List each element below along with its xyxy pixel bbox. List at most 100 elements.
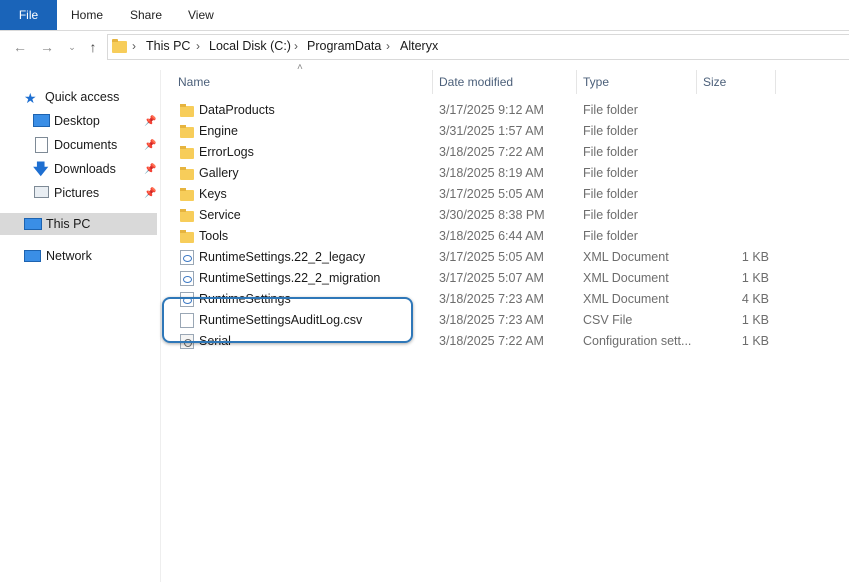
column-header-type[interactable]: Type: [583, 74, 609, 90]
breadcrumb-separator-icon: ›: [196, 39, 200, 53]
pin-icon: 📌: [144, 140, 156, 151]
file-name: RuntimeSettings.22_2_legacy: [199, 250, 365, 265]
file-type: File folder: [583, 187, 638, 202]
folder-icon: [180, 190, 194, 201]
table-row[interactable]: Tools 3/18/2025 6:44 AM File folder: [172, 226, 782, 247]
ribbon: File Home Share View: [0, 0, 849, 31]
breadcrumb-this-pc[interactable]: This PC: [146, 39, 190, 53]
folder-icon: [180, 211, 194, 222]
column-divider[interactable]: [696, 70, 697, 94]
file-date-modified: 3/18/2025 7:23 AM: [439, 313, 544, 328]
file-type: XML Document: [583, 292, 669, 307]
file-date-modified: 3/18/2025 6:44 AM: [439, 229, 544, 244]
file-type: Configuration sett...: [583, 334, 691, 349]
breadcrumb-separator-icon: ›: [386, 39, 390, 53]
tab-home[interactable]: Home: [71, 0, 103, 30]
breadcrumb-alteryx[interactable]: Alteryx: [400, 39, 438, 53]
table-row[interactable]: RuntimeSettings.22_2_migration 3/17/2025…: [172, 268, 782, 289]
file-name: Gallery: [199, 166, 239, 181]
column-header-name[interactable]: Name: [178, 74, 210, 90]
file-date-modified: 3/17/2025 9:12 AM: [439, 103, 544, 118]
folder-icon: [180, 106, 194, 117]
file-name: Service: [199, 208, 241, 223]
pin-icon: 📌: [144, 188, 156, 199]
xml-file-icon: [180, 250, 194, 265]
up-arrow-icon[interactable]: ↑: [84, 37, 102, 57]
file-type: File folder: [583, 145, 638, 160]
back-arrow-icon[interactable]: ←: [11, 37, 29, 57]
column-divider[interactable]: [432, 70, 433, 94]
folder-icon: [180, 148, 194, 159]
computer-icon: [24, 218, 42, 230]
column-divider[interactable]: [576, 70, 577, 94]
file-date-modified: 3/31/2025 1:57 AM: [439, 124, 544, 139]
folder-icon: [180, 127, 194, 138]
star-icon: ★: [24, 90, 37, 107]
tab-share[interactable]: Share: [130, 0, 162, 30]
file-size: 1 KB: [717, 334, 769, 349]
file-date-modified: 3/17/2025 5:05 AM: [439, 250, 544, 265]
table-row[interactable]: RuntimeSettings.22_2_legacy 3/17/2025 5:…: [172, 247, 782, 268]
forward-arrow-icon[interactable]: →: [38, 37, 56, 57]
nav-item-documents[interactable]: Documents: [54, 134, 117, 156]
desktop-icon: [33, 114, 50, 127]
documents-icon: [35, 137, 48, 153]
pin-icon: 📌: [144, 116, 156, 127]
nav-item-desktop[interactable]: Desktop: [54, 110, 100, 132]
file-type: XML Document: [583, 271, 669, 286]
file-type: File folder: [583, 124, 638, 139]
breadcrumb-programdata[interactable]: ProgramData: [307, 39, 381, 53]
nav-item-downloads[interactable]: Downloads: [54, 158, 116, 180]
column-header-date-modified[interactable]: Date modified: [439, 74, 513, 90]
pin-icon: 📌: [144, 164, 156, 175]
file-type: File folder: [583, 166, 638, 181]
file-date-modified: 3/18/2025 7:22 AM: [439, 145, 544, 160]
file-type: File folder: [583, 208, 638, 223]
file-size: 1 KB: [717, 250, 769, 265]
highlight-callout: [162, 297, 413, 343]
nav-network[interactable]: Network: [46, 245, 92, 267]
file-type: XML Document: [583, 250, 669, 265]
file-name: Tools: [199, 229, 228, 244]
pictures-icon: [34, 186, 49, 198]
file-type: File folder: [583, 103, 638, 118]
table-row[interactable]: Gallery 3/18/2025 8:19 AM File folder: [172, 163, 782, 184]
file-date-modified: 3/18/2025 7:23 AM: [439, 292, 544, 307]
file-date-modified: 3/18/2025 7:22 AM: [439, 334, 544, 349]
file-date-modified: 3/18/2025 8:19 AM: [439, 166, 544, 181]
xml-file-icon: [180, 271, 194, 286]
file-size: 1 KB: [717, 313, 769, 328]
breadcrumb-separator-icon: ›: [132, 39, 136, 53]
table-row[interactable]: DataProducts 3/17/2025 9:12 AM File fold…: [172, 100, 782, 121]
nav-quick-access[interactable]: Quick access: [45, 86, 119, 108]
table-row[interactable]: Service 3/30/2025 8:38 PM File folder: [172, 205, 782, 226]
column-header-size[interactable]: Size: [703, 74, 726, 90]
folder-icon: [112, 41, 127, 53]
file-type: CSV File: [583, 313, 632, 328]
file-name: ErrorLogs: [199, 145, 254, 160]
recent-locations-chevron-icon[interactable]: ⌄: [63, 37, 81, 57]
sort-caret-icon: ˄: [297, 62, 303, 73]
file-size: 1 KB: [717, 271, 769, 286]
file-name: DataProducts: [199, 103, 275, 118]
tab-view[interactable]: View: [188, 0, 214, 30]
network-icon: [24, 250, 41, 262]
breadcrumb-local-disk[interactable]: Local Disk (C:): [209, 39, 291, 53]
file-name: Keys: [199, 187, 227, 202]
tab-file[interactable]: File: [0, 0, 57, 30]
nav-this-pc[interactable]: This PC: [46, 213, 90, 235]
table-row[interactable]: Engine 3/31/2025 1:57 AM File folder: [172, 121, 782, 142]
breadcrumb-separator-icon: ›: [294, 39, 298, 53]
file-name: RuntimeSettings.22_2_migration: [199, 271, 380, 286]
table-row[interactable]: Keys 3/17/2025 5:05 AM File folder: [172, 184, 782, 205]
file-type: File folder: [583, 229, 638, 244]
file-name: Engine: [199, 124, 238, 139]
file-size: 4 KB: [717, 292, 769, 307]
file-date-modified: 3/17/2025 5:05 AM: [439, 187, 544, 202]
nav-item-pictures[interactable]: Pictures: [54, 182, 99, 204]
download-arrow-icon: 🡇: [33, 159, 48, 184]
file-date-modified: 3/17/2025 5:07 AM: [439, 271, 544, 286]
column-divider[interactable]: [775, 70, 776, 94]
file-date-modified: 3/30/2025 8:38 PM: [439, 208, 545, 223]
table-row[interactable]: ErrorLogs 3/18/2025 7:22 AM File folder: [172, 142, 782, 163]
